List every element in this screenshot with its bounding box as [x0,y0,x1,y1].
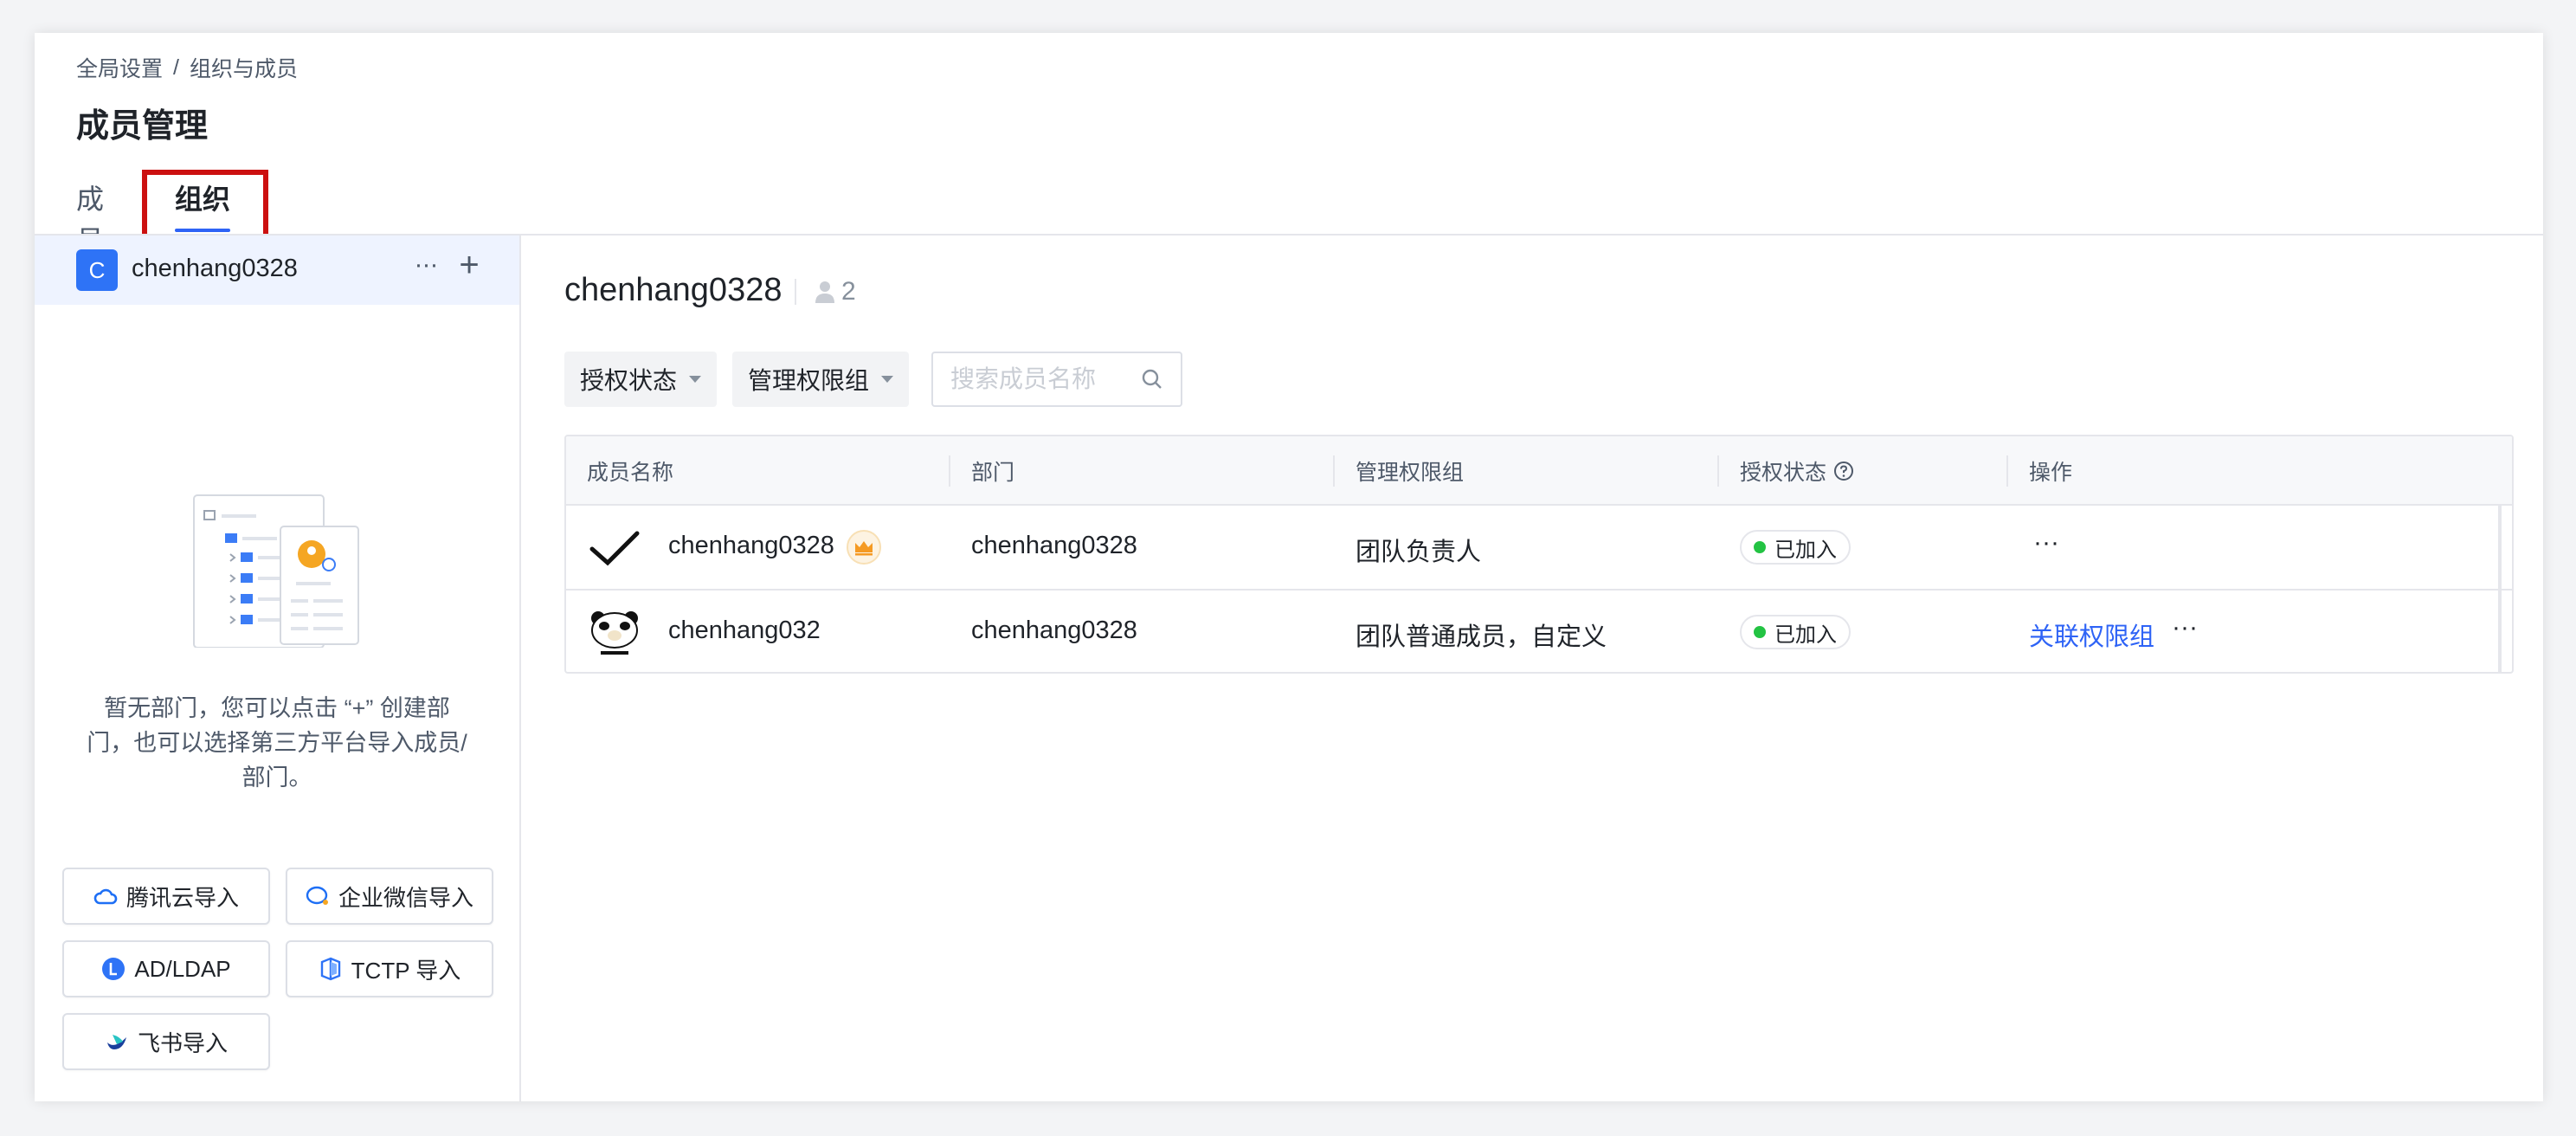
active-tab-underline [175,229,230,232]
ldap-icon [101,957,126,981]
permission-group-filter[interactable]: 管理权限组 [732,352,910,407]
row-more-icon[interactable]: ··· [2167,615,2202,649]
table-row: chenhang032 chenhang0328 团队普通成员，自定义 已加入 … [566,591,2512,672]
user-icon [815,281,834,303]
column-divider[interactable] [949,455,950,487]
org-name: chenhang0328 [132,255,298,282]
column-header-permission-group: 管理权限组 [1356,461,1465,485]
search-icon[interactable] [1141,368,1163,390]
wecom-import-label: 企业微信导入 [338,884,473,911]
main-card: 全局设置 / 组织与成员 成员管理 成员 组织 C chenhang0328 ·… [35,33,2543,1101]
column-header-auth-status: 授权状态 [1740,455,1854,487]
tctp-import-label: TCTP 导入 [351,957,461,984]
page-title: 成员管理 [76,108,209,145]
ad-ldap-import-button[interactable]: AD/LDAP [62,940,270,997]
column-divider[interactable] [1333,455,1335,487]
caret-down-icon [689,376,702,383]
title-divider [795,279,796,305]
tab-bar: 成员 组织 [76,178,230,256]
member-search-box [931,352,1182,407]
tencent-cloud-icon [93,884,118,908]
tctp-import-button[interactable]: TCTP 导入 [286,940,493,997]
row-more-icon[interactable]: ··· [2029,530,2064,565]
member-permission-group: 团队普通成员，自定义 [1356,623,1607,651]
member-search-input[interactable] [950,365,1124,393]
tencent-cloud-import-button[interactable]: 腾讯云导入 [62,868,270,925]
member-count-value: 2 [841,277,856,306]
selected-org-title: chenhang0328 [564,272,782,308]
column-header-name: 成员名称 [587,461,674,485]
member-department: chenhang0328 [971,532,1137,559]
status-dot [1754,541,1766,553]
status-dot [1754,626,1766,638]
wecom-import-button[interactable]: 企业微信导入 [286,868,493,925]
org-sidebar: C chenhang0328 ··· + 暂无部门，您可以点击 “+” 创建部门… [35,236,521,1101]
caret-down-icon [881,376,894,383]
column-header-actions: 操作 [2029,461,2073,485]
column-divider[interactable] [1717,455,1719,487]
status-badge: 已加入 [1740,615,1851,649]
member-department: chenhang0328 [971,616,1137,644]
help-icon[interactable] [1833,461,1854,481]
column-header-dept: 部门 [971,461,1015,485]
tab-organization[interactable]: 组织 [175,178,230,237]
permission-group-filter-label: 管理权限组 [748,367,870,394]
feishu-import-button[interactable]: 飞书导入 [62,1013,270,1070]
empty-department-message: 暂无部门，您可以点击 “+” 创建部门，也可以选择第三方平台导入成员/部门。 [87,695,467,791]
ad-ldap-import-label: AD/LDAP [134,955,231,982]
breadcrumb-current: 组织与成员 [189,57,298,81]
crown-icon [847,530,881,565]
column-header-auth-status-label: 授权状态 [1740,461,1827,485]
feishu-icon [105,1030,129,1054]
status-label: 已加入 [1774,623,1837,647]
tencent-cloud-import-label: 腾讯云导入 [126,884,239,911]
breadcrumb: 全局设置 / 组织与成员 [76,50,298,85]
empty-department-illustration [193,494,359,648]
status-label: 已加入 [1774,538,1837,562]
column-divider[interactable] [2006,455,2008,487]
status-badge: 已加入 [1740,530,1851,565]
auth-status-filter-label: 授权状态 [580,367,678,394]
member-name: chenhang032 [668,616,821,644]
members-table: 成员名称 部门 管理权限组 授权状态 操作 chenhang0328 chenh… [564,435,2514,674]
more-icon[interactable]: ··· [409,248,443,282]
member-permission-group: 团队负责人 [1356,539,1482,566]
member-name: chenhang0328 [668,532,834,559]
add-department-button[interactable]: + [450,246,488,284]
member-count: 2 [814,277,856,307]
table-row: chenhang0328 chenhang0328 团队负责人 已加入 ··· [566,506,2512,591]
tab-members[interactable]: 成员 [76,178,130,256]
table-scrollbar[interactable] [2498,506,2502,672]
tab-organization-label: 组织 [175,184,231,215]
panda-avatar-icon [591,611,638,655]
checkmark-avatar-icon [589,531,640,566]
feishu-import-label: 飞书导入 [137,1030,228,1056]
breadcrumb-root[interactable]: 全局设置 [76,52,163,83]
link-permission-group-button[interactable]: 关联权限组 [2029,616,2154,653]
table-header: 成员名称 部门 管理权限组 授权状态 操作 [566,436,2512,506]
org-avatar: C [76,249,118,291]
org-tree-item[interactable]: C chenhang0328 ··· + [35,236,519,305]
tctp-icon [319,957,343,981]
breadcrumb-separator: / [173,55,179,80]
auth-status-filter[interactable]: 授权状态 [564,352,718,407]
wecom-icon [306,884,330,908]
